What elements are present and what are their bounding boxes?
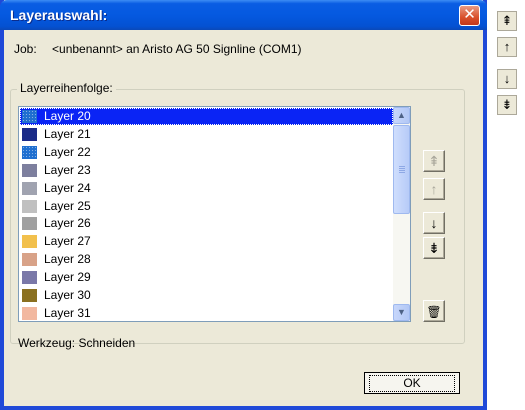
layer-color-swatch <box>22 271 37 285</box>
tool-status: Werkzeug: Schneiden <box>18 336 136 350</box>
layer-color-swatch <box>22 163 37 177</box>
job-value: <unbenannt> an Aristo AG 50 Signline (CO… <box>52 42 302 56</box>
move-up-icon: ↑ <box>503 39 511 54</box>
layer-color-swatch <box>22 110 37 123</box>
layer-list-item[interactable]: Layer 27 <box>20 233 393 250</box>
layer-label: Layer 25 <box>44 198 91 213</box>
grip-icon <box>399 166 405 173</box>
layer-color-swatch <box>22 145 37 159</box>
move-bottom-icon: ⇟ <box>501 97 513 112</box>
ok-label: OK <box>369 375 455 392</box>
layer-color-swatch <box>22 306 37 320</box>
layer-list-item[interactable]: Layer 30 <box>20 287 393 304</box>
job-line: Job: <unbenannt> an Aristo AG 50 Signlin… <box>14 42 302 56</box>
move-up-icon: ↑ <box>430 181 438 197</box>
group-label: Layerreihenfolge: <box>17 81 116 95</box>
scroll-up-button[interactable]: ▲ <box>393 107 410 124</box>
layer-label: Layer 22 <box>44 144 91 159</box>
title-bar[interactable]: Layerauswahl: ✕ <box>0 0 487 30</box>
dialog-title: Layerauswahl: <box>10 7 108 23</box>
external-move-top-button[interactable]: ⇞ <box>497 11 517 31</box>
move-bottom-icon: ⇟ <box>428 240 440 256</box>
move-bottom-button[interactable]: ⇟ <box>423 237 445 259</box>
layer-label: Layer 21 <box>44 126 91 141</box>
move-down-icon: ↓ <box>503 71 511 86</box>
layer-label: Layer 29 <box>44 270 91 285</box>
move-top-icon: ⇞ <box>501 13 513 28</box>
layer-list-item[interactable]: Layer 29 <box>20 269 393 286</box>
move-top-button[interactable]: ⇞ <box>423 150 445 172</box>
layer-list-item[interactable]: Layer 31 <box>20 305 393 321</box>
scroll-down-button[interactable]: ▼ <box>393 304 410 321</box>
job-label: Job: <box>14 42 37 56</box>
layer-list-item[interactable]: Layer 24 <box>20 180 393 197</box>
layer-list-item[interactable]: Layer 20 <box>20 108 393 125</box>
layer-label: Layer 24 <box>44 180 91 195</box>
layer-list-item[interactable]: Layer 22 <box>20 144 393 161</box>
move-up-button[interactable]: ↑ <box>423 178 445 200</box>
delete-button[interactable]: 🗑 <box>423 300 445 322</box>
layer-color-swatch <box>22 253 37 267</box>
external-move-bottom-button[interactable]: ⇟ <box>497 95 517 115</box>
layer-color-swatch <box>22 127 37 141</box>
move-down-button[interactable]: ↓ <box>423 212 445 234</box>
layer-color-swatch <box>22 235 37 249</box>
vertical-scrollbar[interactable]: ▲ ▼ <box>393 107 410 321</box>
layer-list-item[interactable]: Layer 23 <box>20 162 393 179</box>
close-button[interactable]: ✕ <box>459 5 480 26</box>
layer-list[interactable]: Layer 20 Layer 21 Layer 22 Layer 23 Layer 24… <box>18 106 411 322</box>
external-move-down-button[interactable]: ↓ <box>497 69 517 89</box>
layer-label: Layer 27 <box>44 234 91 249</box>
layer-label: Layer 26 <box>44 216 91 231</box>
move-down-icon: ↓ <box>430 215 438 231</box>
trash-icon: 🗑 <box>426 305 442 319</box>
layer-list-item[interactable]: Layer 28 <box>20 251 393 268</box>
layer-color-swatch <box>22 199 37 213</box>
layer-label: Layer 28 <box>44 252 91 267</box>
layer-label: Layer 20 <box>44 109 91 123</box>
layer-label: Layer 30 <box>44 288 91 302</box>
ok-button[interactable]: OK <box>364 372 460 394</box>
layer-color-swatch <box>22 181 37 195</box>
layer-list-item[interactable]: Layer 21 <box>20 126 393 143</box>
layer-list-item[interactable]: Layer 25 <box>20 198 393 215</box>
layer-label: Layer 23 <box>44 162 91 177</box>
scroll-thumb[interactable] <box>393 125 410 214</box>
move-top-icon: ⇞ <box>428 153 440 169</box>
layer-color-swatch <box>22 289 37 302</box>
layer-color-swatch <box>22 217 37 231</box>
layer-list-item[interactable]: Layer 26 <box>20 215 393 232</box>
external-move-up-button[interactable]: ↑ <box>497 37 517 57</box>
layer-label: Layer 31 <box>44 305 91 320</box>
